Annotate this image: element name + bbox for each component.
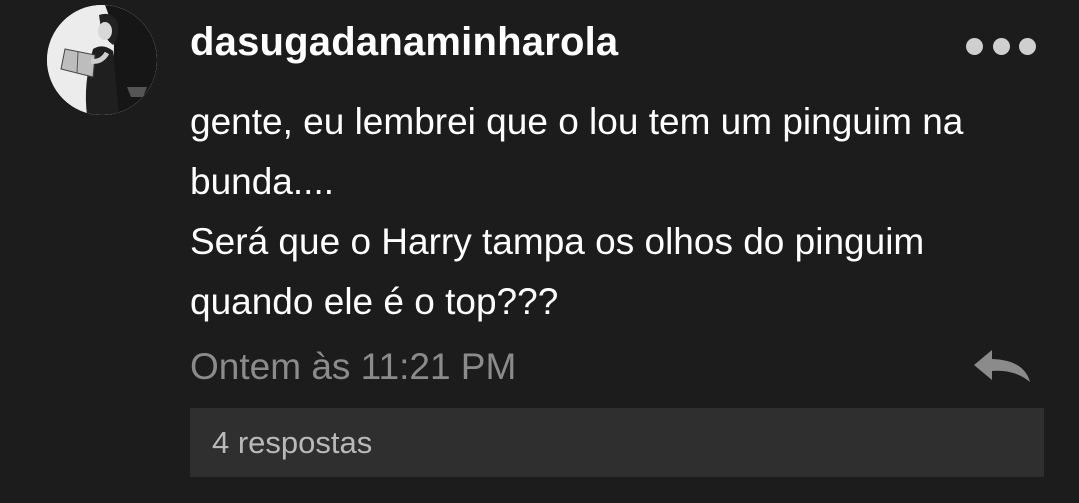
comment-text-line: gente, eu lembrei que o lou tem um pingu… — [190, 101, 964, 142]
comment-body: gente, eu lembrei que o lou tem um pingu… — [190, 92, 1050, 332]
comment-text-line: quando ele é o top??? — [190, 281, 559, 322]
avatar[interactable] — [47, 5, 157, 115]
username[interactable]: dasugadanaminharola — [190, 20, 618, 65]
comment-timestamp: Ontem às 11:21 PM — [190, 346, 517, 387]
reply-button[interactable] — [970, 346, 1034, 386]
more-dot-icon — [1019, 37, 1036, 55]
more-options-button[interactable] — [966, 34, 1036, 58]
more-dot-icon — [992, 37, 1010, 55]
reply-arrow-icon — [974, 350, 1030, 382]
view-replies-button[interactable]: 4 respostas — [190, 408, 1044, 477]
user-avatar-photo — [47, 5, 157, 115]
replies-count-label: 4 respostas — [212, 425, 373, 460]
comment-text-line: bunda.... — [190, 161, 335, 202]
more-dot-icon — [966, 37, 983, 55]
comment-text-line: Será que o Harry tampa os olhos do pingu… — [190, 221, 925, 262]
comment-card: dasugadanaminharola gente, eu lembrei qu… — [0, 0, 1079, 503]
